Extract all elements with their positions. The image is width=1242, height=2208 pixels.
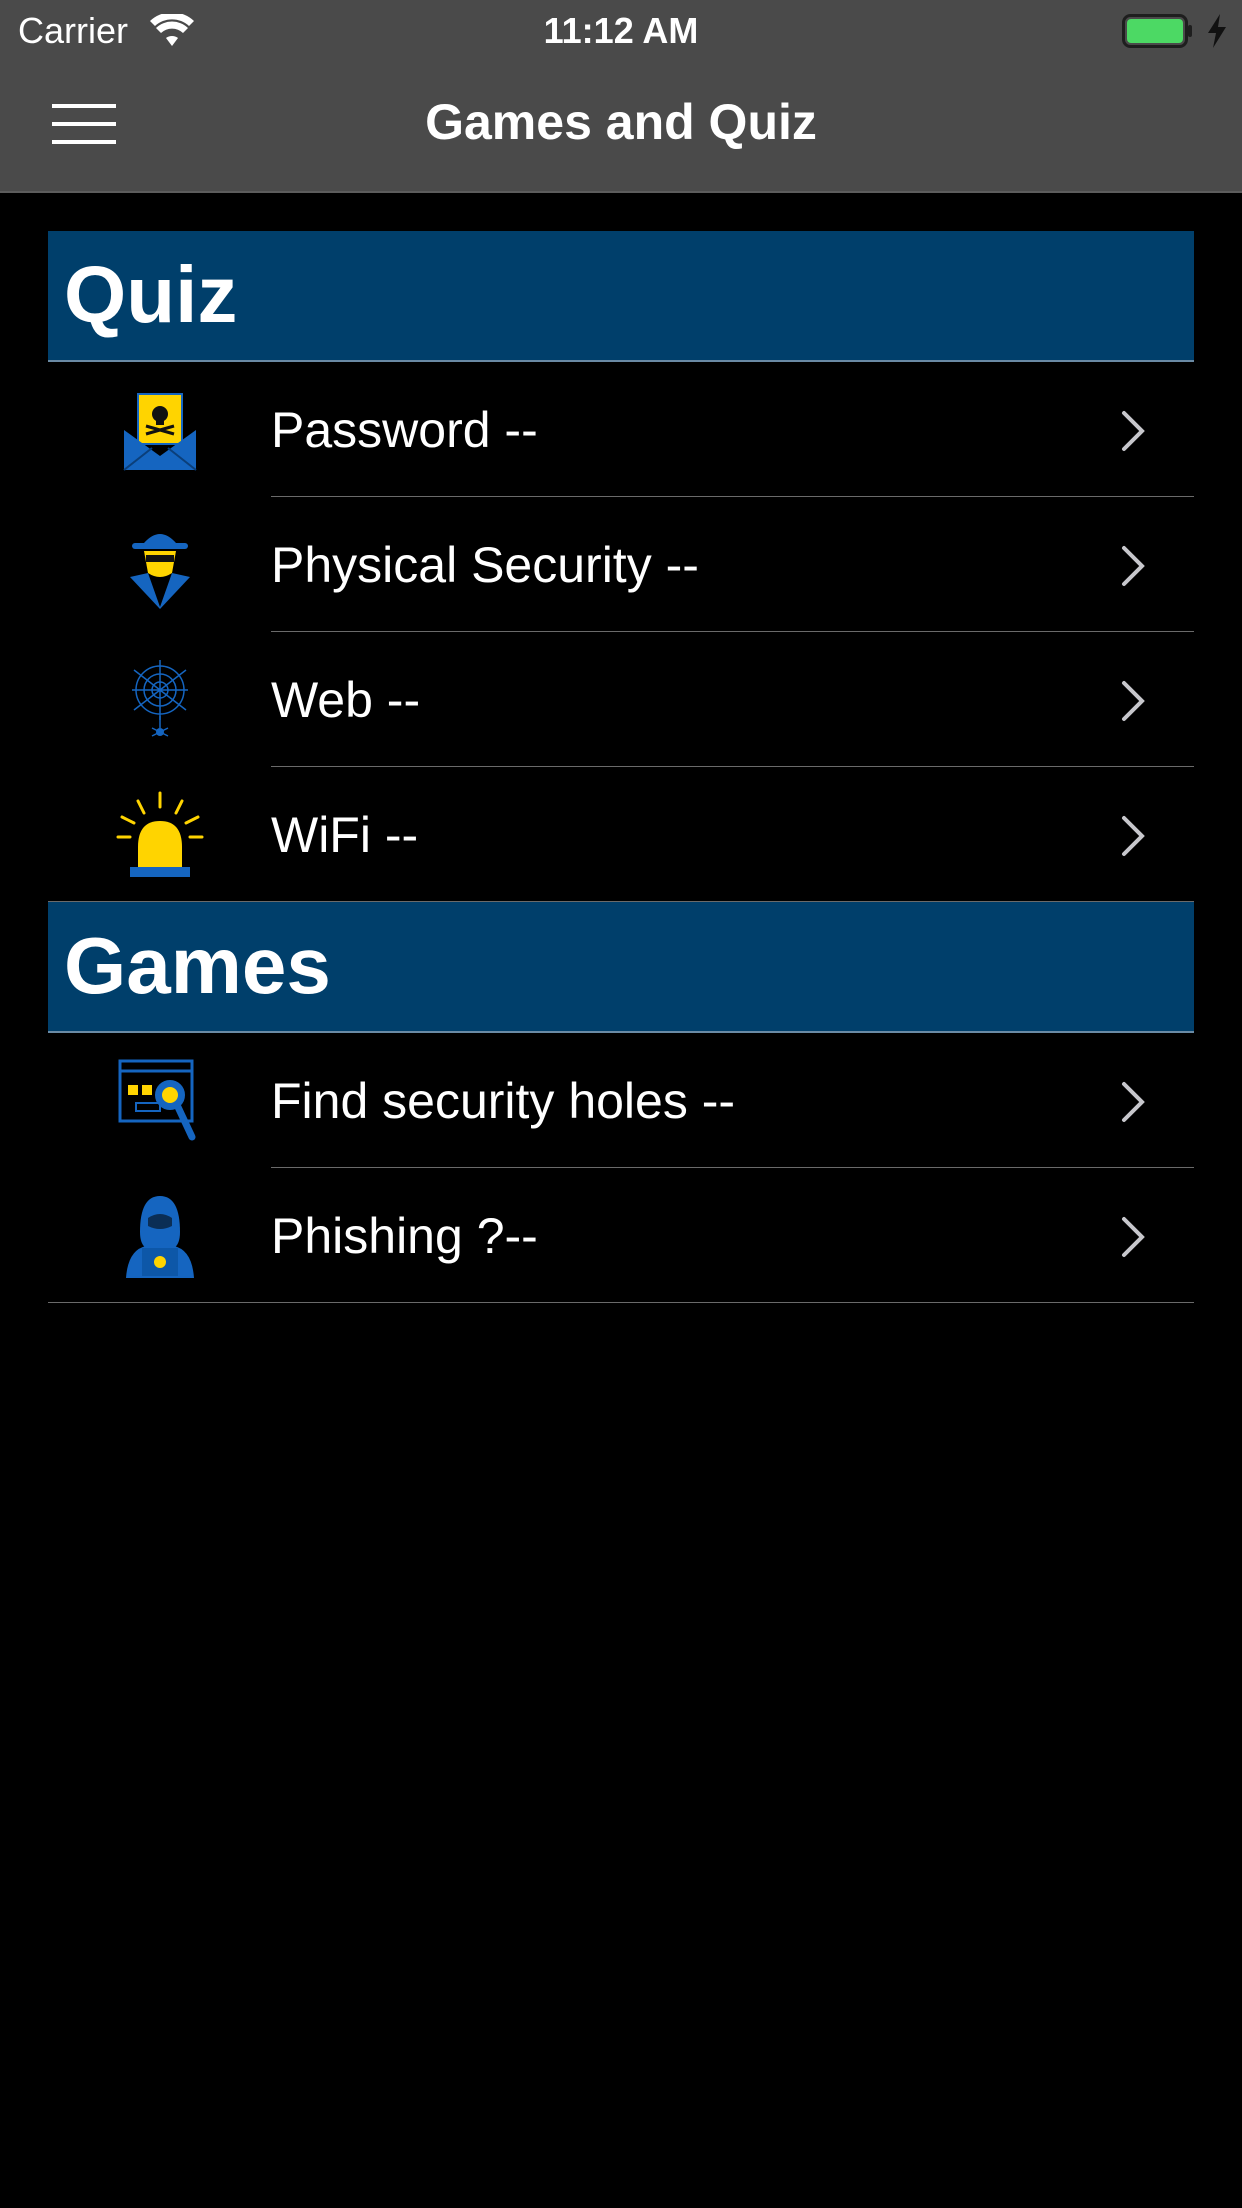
chevron-right-icon — [1122, 546, 1145, 586]
list-item-web[interactable]: Web -- — [48, 632, 1194, 767]
table-view: Quiz Password -- Physical Security -- We… — [48, 231, 1194, 1303]
magnifier-browser-icon — [118, 1059, 196, 1141]
page-title: Games and Quiz — [425, 94, 817, 150]
section-header-quiz: Quiz — [48, 231, 1194, 362]
list-item-label: Phishing ?-- — [271, 1208, 538, 1264]
list-item-phishing[interactable]: Phishing ?-- — [48, 1168, 1194, 1303]
section-header-games: Games — [48, 902, 1194, 1033]
chevron-right-icon — [1122, 1217, 1145, 1257]
status-time: 11:12 AM — [543, 10, 699, 51]
list-item-label: Find security holes -- — [271, 1073, 736, 1129]
chevron-right-icon — [1122, 411, 1145, 451]
list-item-label: WiFi -- — [271, 807, 419, 863]
chevron-right-icon — [1122, 1082, 1145, 1122]
hooded-hacker-icon — [126, 1196, 194, 1278]
list-item-wifi[interactable]: WiFi -- — [48, 767, 1194, 902]
list-item-label: Physical Security -- — [271, 537, 699, 593]
list-item-label: Web -- — [271, 672, 421, 728]
spy-hat-icon — [130, 534, 190, 609]
section-title: Games — [64, 921, 331, 1010]
list-item-find-security-holes[interactable]: Find security holes -- — [48, 1033, 1194, 1168]
chevron-right-icon — [1122, 681, 1145, 721]
battery-icon — [1122, 14, 1192, 48]
chevron-right-icon — [1122, 816, 1145, 856]
envelope-skull-icon — [123, 393, 197, 471]
screen: Carrier 11:12 AM Games and Quiz Quiz Pas… — [0, 0, 1242, 2208]
list-item-password[interactable]: Password -- — [48, 362, 1194, 497]
row-divider — [48, 1302, 1194, 1303]
list-item-label: Password -- — [271, 402, 538, 458]
spider-web-icon — [132, 660, 188, 737]
navigation-bar: Carrier 11:12 AM Games and Quiz — [0, 0, 1242, 193]
list-item-physical-security[interactable]: Physical Security -- — [48, 497, 1194, 632]
section-title: Quiz — [64, 250, 238, 339]
charging-bolt-icon — [1208, 14, 1226, 48]
alarm-siren-icon — [116, 791, 204, 877]
